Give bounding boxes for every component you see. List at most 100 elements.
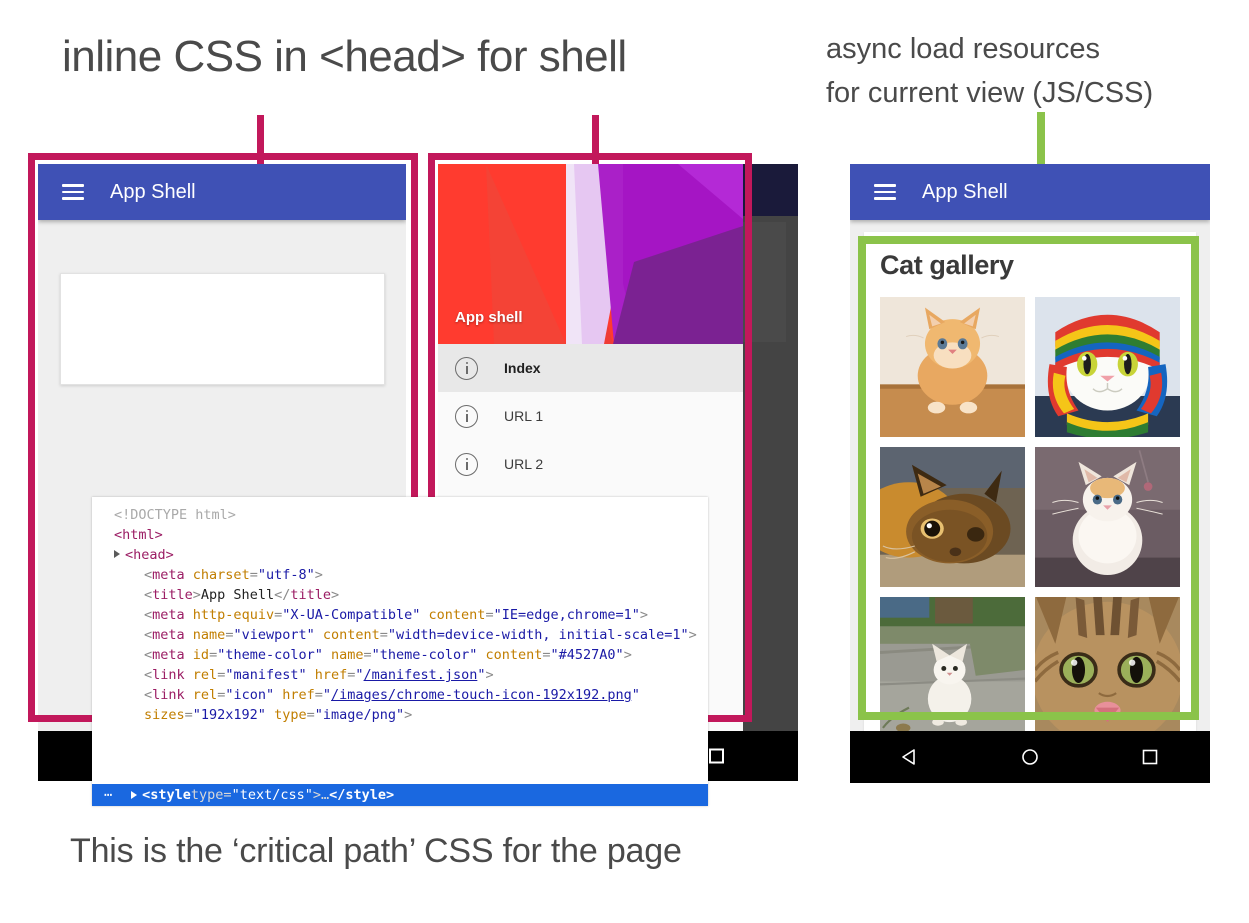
- code-token-punc: <: [144, 587, 152, 603]
- code-line[interactable]: <meta name="viewport" content="width=dev…: [114, 625, 708, 645]
- code-token-val: "#4527A0": [551, 647, 624, 663]
- phone-mockup-cat-gallery: App Shell Cat gallery: [850, 164, 1210, 731]
- code-token-val: "192x192": [193, 707, 266, 723]
- code-token-val: "theme-color": [372, 647, 478, 663]
- back-triangle-icon[interactable]: [900, 747, 920, 767]
- scrim-status-strip: [738, 164, 798, 216]
- expand-triangle-icon[interactable]: [131, 791, 137, 799]
- devtools-elements-panel[interactable]: <!DOCTYPE html><html><head><meta charset…: [92, 497, 708, 806]
- code-token-tag: meta: [152, 647, 185, 663]
- code-token-val: "X-UA-Compatible": [282, 607, 420, 623]
- code-token-punc: =: [250, 567, 258, 583]
- code-token-punc: >: [315, 567, 323, 583]
- code-token-punc: >: [331, 587, 339, 603]
- cat-photo-fluffy-white-kitten[interactable]: [1035, 447, 1180, 587]
- drawer-item-label: URL 2: [504, 456, 543, 472]
- code-token-val: "manifest": [225, 667, 306, 683]
- style-collapsed-content: …: [321, 785, 329, 805]
- code-token-punc: >: [193, 587, 201, 603]
- recents-square-icon[interactable]: [709, 749, 724, 764]
- gallery-card: Cat gallery: [864, 232, 1196, 731]
- drawer-item-url-2[interactable]: URL 2: [438, 440, 743, 488]
- code-token-punc: =: [209, 647, 217, 663]
- cat-photo-white-cat-in-striped-hat[interactable]: [1035, 297, 1180, 437]
- code-token-sp: [185, 687, 193, 703]
- code-token-punc: =: [307, 707, 315, 723]
- cat-photo-tortoiseshell-cat-lying-down[interactable]: [880, 447, 1025, 587]
- code-token-val: "IE=edge,chrome=1": [494, 607, 640, 623]
- code-token-punc: >: [485, 667, 493, 683]
- selected-code-line-style-tag[interactable]: ⋯ <style type= "text/css" > … </style>: [92, 784, 708, 806]
- app-bar: App Shell: [38, 164, 406, 220]
- code-line[interactable]: <!DOCTYPE html>: [114, 505, 708, 525]
- code-token-val: "utf-8": [258, 567, 315, 583]
- cat-photo-white-cat-outdoors-on-pavement[interactable]: [880, 597, 1025, 731]
- style-close-tag: </style>: [329, 785, 394, 805]
- code-line[interactable]: <head>: [114, 545, 708, 565]
- home-circle-icon[interactable]: [1020, 747, 1040, 767]
- ellipsis-badge[interactable]: ⋯: [104, 785, 113, 805]
- android-nav-bar-mock3: [850, 731, 1210, 783]
- code-token-punc: <: [144, 567, 152, 583]
- collapse-triangle-icon[interactable]: [114, 550, 120, 558]
- code-token-attr: sizes: [144, 707, 185, 723]
- code-line[interactable]: <meta http-equiv="X-UA-Compatible" conte…: [114, 605, 708, 625]
- cat-photo-orange-kitten-on-wood-floor[interactable]: [880, 297, 1025, 437]
- code-line[interactable]: <html>: [114, 525, 708, 545]
- app-bar: App Shell: [850, 164, 1210, 220]
- code-token-punc: </: [274, 587, 290, 603]
- style-gt: >: [313, 785, 321, 805]
- code-line[interactable]: <meta charset="utf-8">: [114, 565, 708, 585]
- code-token-attr: content: [429, 607, 486, 623]
- code-token-punc: <: [144, 607, 152, 623]
- code-token-attr: name: [193, 627, 226, 643]
- code-token-val: ": [355, 667, 363, 683]
- info-icon: [455, 357, 478, 380]
- hamburger-menu-icon[interactable]: [874, 180, 896, 204]
- cat-photo-tabby-cat-face-closeup[interactable]: [1035, 597, 1180, 731]
- code-token-tag: title: [152, 587, 193, 603]
- code-token-sp: [315, 627, 323, 643]
- code-token-sp: [185, 647, 193, 663]
- drawer-header-material-graphic: App shell: [438, 164, 743, 344]
- code-token-link: /manifest.json: [364, 667, 478, 683]
- code-token-sp: [420, 607, 428, 623]
- code-token-punc: =: [485, 607, 493, 623]
- recents-square-icon[interactable]: [1140, 747, 1160, 767]
- code-token-sp: [640, 687, 648, 703]
- pink-connector-line-left: [257, 115, 264, 167]
- hamburger-menu-icon[interactable]: [62, 180, 84, 204]
- drawer-item-url-1[interactable]: URL 1: [438, 392, 743, 440]
- code-token-sp: [307, 667, 315, 683]
- code-token-attr: href: [315, 667, 348, 683]
- code-token-punc: <: [144, 647, 152, 663]
- code-line[interactable]: <meta id="theme-color" name="theme-color…: [114, 645, 708, 665]
- code-token-attr: type: [274, 707, 307, 723]
- code-token-doctype: <!DOCTYPE html>: [114, 507, 236, 523]
- style-open-tag: <style: [142, 785, 191, 805]
- code-token-val: "viewport": [233, 627, 314, 643]
- code-token-attr: name: [331, 647, 364, 663]
- annotation-title-async-load: async load resources for current view (J…: [826, 28, 1153, 115]
- code-token-punc: >: [404, 707, 412, 723]
- code-token-sp: [185, 667, 193, 683]
- code-token-val: "icon": [225, 687, 274, 703]
- code-token-punc: =: [364, 647, 372, 663]
- code-token-attr: charset: [193, 567, 250, 583]
- drawer-item-label: URL 1: [504, 408, 543, 424]
- code-line[interactable]: <link rel="icon" href="/images/chrome-to…: [114, 685, 708, 725]
- app-bar-title: App Shell: [922, 181, 1008, 204]
- code-token-punc: <: [144, 667, 152, 683]
- info-icon: [455, 405, 478, 428]
- code-token-attr: rel: [193, 667, 217, 683]
- drawer-item-index[interactable]: Index: [438, 344, 743, 392]
- code-token-val: "image/png": [315, 707, 404, 723]
- pink-connector-line-middle: [592, 115, 599, 167]
- code-line[interactable]: <title>App Shell</title>: [114, 585, 708, 605]
- code-token-val: "theme-color": [217, 647, 323, 663]
- code-token-val: ": [323, 687, 331, 703]
- code-token-link: /images/chrome-touch-icon-192x192.png: [331, 687, 632, 703]
- code-token-tag: <head>: [125, 547, 174, 563]
- code-line[interactable]: <link rel="manifest" href="/manifest.jso…: [114, 665, 708, 685]
- style-type-attr: type=: [191, 785, 232, 805]
